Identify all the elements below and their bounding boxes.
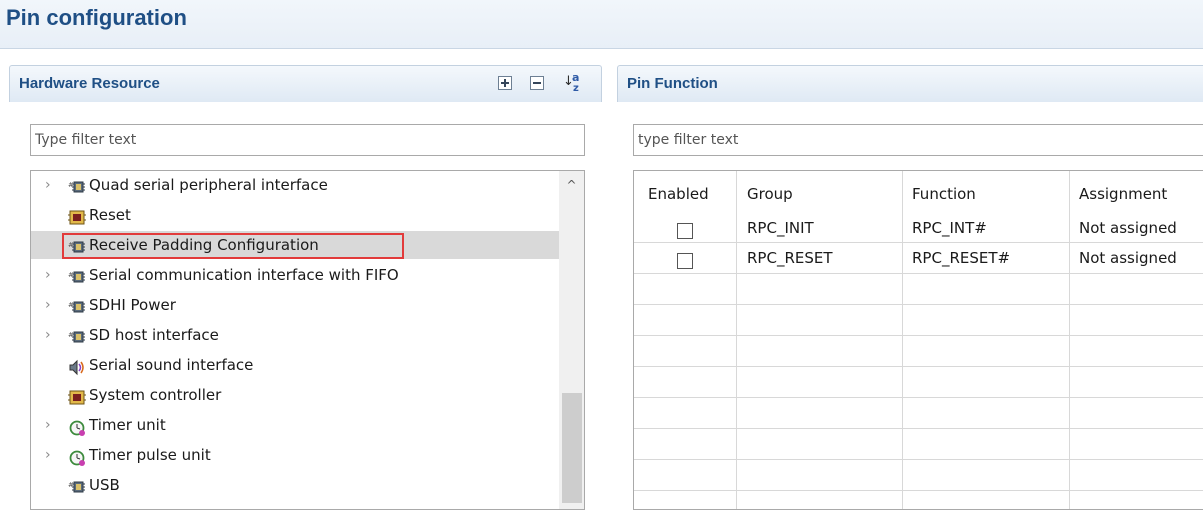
svg-text:#: # — [68, 481, 74, 489]
hardware-resource-header: Hardware Resource ↓ a z — [9, 65, 602, 102]
tree-item[interactable]: › # Serial communication interface with FI… — [31, 261, 559, 289]
tree-item-label: Reset — [89, 206, 131, 224]
peripheral-chip-icon: # — [68, 177, 86, 194]
tree-item[interactable]: System controller — [31, 381, 559, 409]
collapse-all-icon[interactable] — [530, 76, 544, 90]
svg-text:#: # — [68, 331, 74, 339]
tree-item[interactable]: › # SDHI Power — [31, 291, 559, 319]
tree-item[interactable]: Reset — [31, 201, 559, 229]
table-cell-function: RPC_INT# — [912, 219, 987, 237]
tree-item-label: Serial communication interface with FIFO — [89, 266, 399, 284]
column-header-function[interactable]: Function — [912, 185, 976, 203]
speaker-icon — [68, 357, 86, 376]
pin-function-table: Enabled Group Function Assignment RPC_IN… — [633, 170, 1203, 510]
tree-item-label: Timer unit — [89, 416, 166, 434]
peripheral-chip-icon: # — [68, 477, 86, 494]
timer-icon — [68, 447, 86, 466]
enabled-checkbox[interactable] — [677, 253, 693, 269]
expand-chevron-icon[interactable]: › — [45, 291, 55, 319]
svg-text:#: # — [68, 301, 74, 309]
column-header-group[interactable]: Group — [747, 185, 793, 203]
expand-chevron-icon[interactable]: › — [45, 171, 55, 199]
hardware-resource-tree[interactable]: # USB › Timer pulse unit › Timer unit System c… — [30, 170, 585, 510]
peripheral-chip-icon: # — [68, 267, 86, 284]
tree-item-label: System controller — [89, 386, 222, 404]
expand-chevron-icon[interactable]: › — [45, 261, 55, 289]
table-cell-group: RPC_RESET — [747, 249, 833, 267]
tree-item[interactable]: Serial sound interface — [31, 351, 559, 379]
tree-item-label: SDHI Power — [89, 296, 176, 314]
column-header-enabled[interactable]: Enabled — [648, 185, 709, 203]
tree-item[interactable]: # Receive Padding Configuration — [31, 231, 559, 259]
tree-item[interactable]: › # SD host interface — [31, 321, 559, 349]
tree-item-label: Quad serial peripheral interface — [89, 176, 328, 194]
table-cell-assignment: Not assigned — [1079, 249, 1177, 267]
column-header-assignment[interactable]: Assignment — [1079, 185, 1167, 203]
table-cell-assignment: Not assigned — [1079, 219, 1177, 237]
peripheral-chip-icon: # — [68, 327, 86, 344]
pin-function-title: Pin Function — [627, 75, 718, 92]
page-header: Pin configuration — [0, 0, 1203, 49]
tree-item[interactable]: › # Quad serial peripheral interface — [31, 171, 559, 199]
system-chip-icon — [68, 207, 86, 225]
scroll-up-arrow-icon[interactable]: ^ — [559, 177, 584, 193]
svg-text:#: # — [68, 181, 74, 189]
timer-icon — [68, 417, 86, 436]
hardware-filter-input[interactable] — [30, 124, 585, 156]
scrollbar-thumb[interactable] — [562, 393, 582, 503]
tree-item-label: USB — [89, 476, 120, 494]
tree-scrollbar[interactable]: ^ — [559, 171, 584, 509]
expand-chevron-icon[interactable]: › — [45, 441, 55, 469]
sort-alphabetically-icon[interactable]: ↓ a z — [563, 72, 585, 94]
pin-filter-input[interactable] — [633, 124, 1203, 156]
tree-item[interactable]: # USB — [31, 471, 559, 499]
table-cell-group: RPC_INIT — [747, 219, 814, 237]
expand-chevron-icon[interactable]: › — [45, 321, 55, 349]
tree-item-label: Timer pulse unit — [89, 446, 211, 464]
hardware-resource-title: Hardware Resource — [19, 75, 160, 92]
pin-function-header: Pin Function — [617, 65, 1203, 102]
expand-all-icon[interactable] — [498, 76, 512, 90]
tree-item-label: SD host interface — [89, 326, 219, 344]
page-title: Pin configuration — [6, 5, 187, 30]
tree-item[interactable]: › Timer pulse unit — [31, 441, 559, 469]
expand-chevron-icon[interactable]: › — [45, 411, 55, 439]
svg-text:#: # — [68, 271, 74, 279]
peripheral-chip-icon: # — [68, 297, 86, 314]
tree-item-label: Serial sound interface — [89, 356, 254, 374]
system-chip-icon — [68, 387, 86, 405]
selection-highlight-box — [62, 233, 404, 259]
enabled-checkbox[interactable] — [677, 223, 693, 239]
tree-item[interactable]: › Timer unit — [31, 411, 559, 439]
table-cell-function: RPC_RESET# — [912, 249, 1011, 267]
